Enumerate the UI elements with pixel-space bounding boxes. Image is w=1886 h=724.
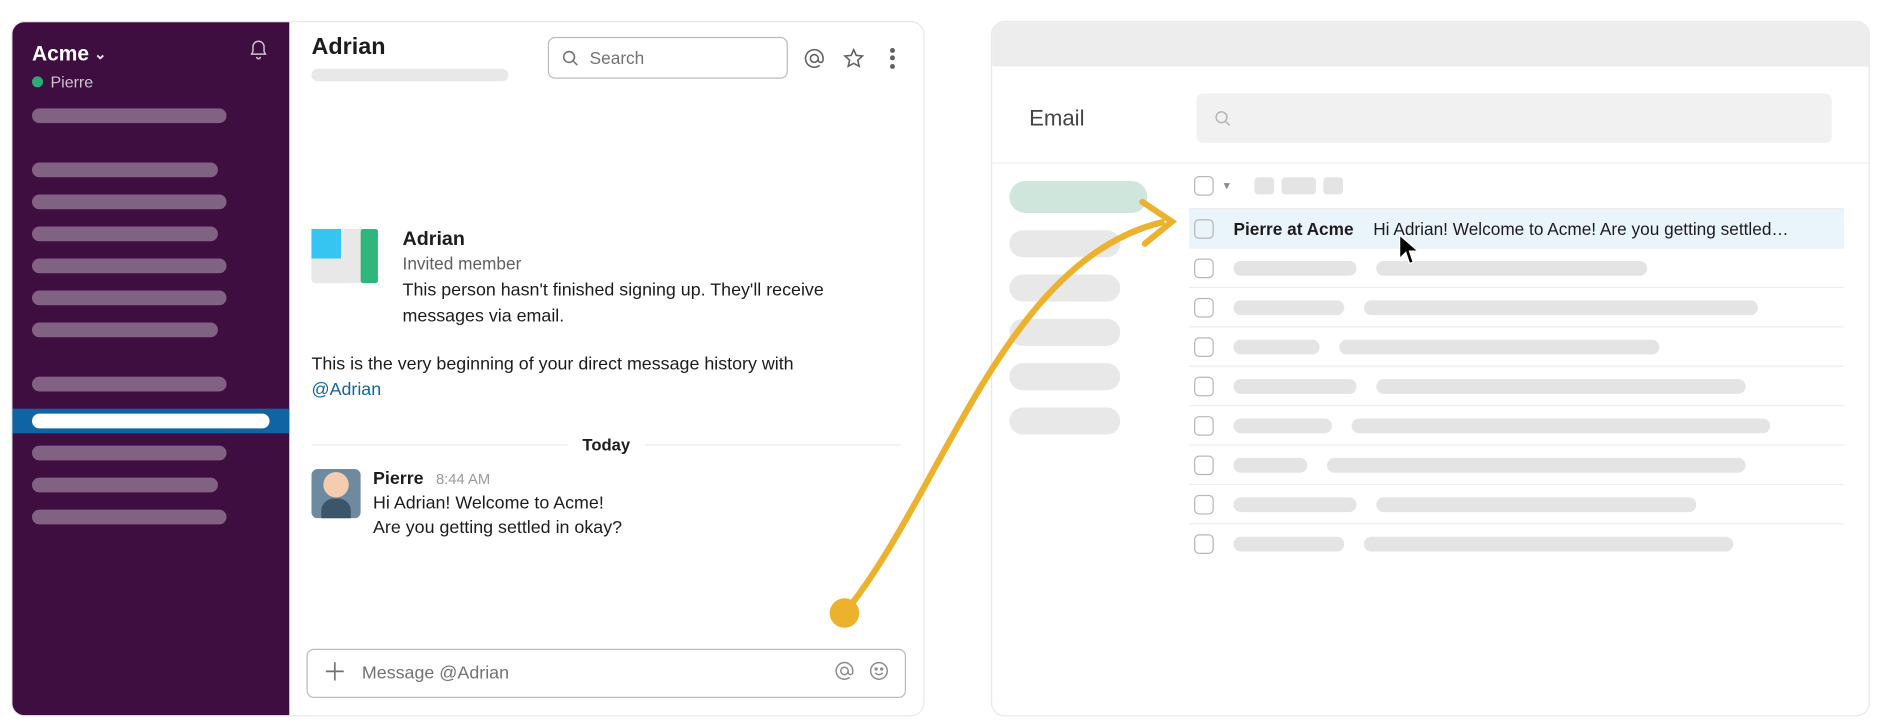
folder-item[interactable]	[1009, 319, 1120, 346]
star-icon	[841, 46, 864, 69]
search-placeholder: Search	[590, 48, 645, 68]
row-checkbox[interactable]	[1194, 415, 1214, 435]
slack-window: Acme ⌄ Pierre	[12, 22, 923, 715]
email-row[interactable]	[1189, 444, 1844, 483]
message-line: Are you getting settled in okay?	[373, 516, 622, 541]
dm-intro: Adrian Invited member This person hasn't…	[311, 229, 901, 330]
mentions-button[interactable]	[800, 44, 827, 71]
dm-beginning-text: This is the very beginning of your direc…	[311, 352, 901, 404]
sidebar-item[interactable]	[32, 478, 217, 493]
current-user-presence[interactable]: Pierre	[12, 70, 289, 108]
email-toolbar: ▾	[1189, 164, 1844, 208]
search-icon	[1214, 109, 1232, 127]
dm-intro-name: Adrian	[403, 229, 846, 251]
message[interactable]: Pierre 8:44 AM Hi Adrian! Welcome to Acm…	[311, 469, 901, 541]
email-row[interactable]	[1189, 523, 1844, 562]
row-checkbox[interactable]	[1194, 258, 1214, 278]
at-icon	[833, 659, 855, 681]
smile-icon	[868, 659, 890, 681]
date-divider-label: Today	[568, 436, 645, 454]
channel-subtitle-placeholder	[311, 69, 508, 81]
row-checkbox[interactable]	[1194, 219, 1214, 239]
email-row[interactable]	[1189, 326, 1844, 365]
slack-sidebar: Acme ⌄ Pierre	[12, 22, 289, 715]
row-checkbox[interactable]	[1194, 494, 1214, 514]
folder-item[interactable]	[1009, 407, 1120, 434]
sidebar-item[interactable]	[32, 323, 217, 338]
email-title: Email	[1029, 105, 1164, 131]
star-button[interactable]	[840, 44, 867, 71]
row-checkbox[interactable]	[1194, 297, 1214, 317]
sidebar-item[interactable]	[32, 194, 227, 209]
presence-active-icon	[32, 76, 43, 87]
current-user-name: Pierre	[50, 73, 93, 91]
row-checkbox[interactable]	[1194, 337, 1214, 357]
dm-intro-avatar	[311, 229, 385, 286]
at-icon	[802, 46, 825, 69]
date-divider: Today	[311, 436, 901, 454]
toolbar-button[interactable]	[1254, 177, 1274, 194]
email-row[interactable]	[1189, 287, 1844, 326]
email-list: ▾ Pierre at Acme Hi Adrian! Welcome to A…	[1189, 164, 1869, 563]
sidebar-item[interactable]	[32, 291, 227, 306]
workspace-name: Acme	[32, 41, 89, 66]
email-row[interactable]	[1189, 405, 1844, 444]
message-composer[interactable]: ＋ Message @Adrian	[307, 649, 906, 698]
email-sender: Pierre at Acme	[1233, 219, 1353, 239]
folder-item[interactable]	[1009, 230, 1120, 257]
search-input[interactable]: Search	[548, 37, 788, 79]
emoji-button[interactable]	[868, 659, 890, 687]
sidebar-item[interactable]	[32, 510, 227, 525]
sidebar-item[interactable]	[32, 446, 227, 461]
compose-button[interactable]	[1009, 181, 1147, 213]
email-row[interactable]	[1189, 247, 1844, 286]
row-checkbox[interactable]	[1194, 534, 1214, 554]
chevron-down-icon: ⌄	[94, 45, 106, 62]
select-all-checkbox[interactable]	[1194, 176, 1214, 196]
slack-main: Adrian Search	[289, 22, 923, 715]
dm-intro-description: This person hasn't finished signing up. …	[403, 278, 846, 330]
sidebar-item[interactable]	[32, 377, 227, 392]
sidebar-item[interactable]	[32, 162, 217, 177]
email-window: Email ▾	[992, 22, 1868, 715]
user-mention[interactable]: @Adrian	[311, 380, 381, 400]
mention-button[interactable]	[833, 659, 855, 687]
dm-intro-subtitle: Invited member	[403, 254, 846, 274]
sidebar-item[interactable]	[32, 227, 217, 242]
workspace-switcher[interactable]: Acme ⌄	[32, 41, 106, 66]
search-icon	[561, 49, 579, 67]
message-avatar[interactable]	[311, 469, 360, 518]
message-line: Hi Adrian! Welcome to Acme!	[373, 491, 622, 516]
email-sidebar	[992, 164, 1189, 563]
channel-header: Adrian Search	[289, 22, 923, 81]
row-checkbox[interactable]	[1194, 376, 1214, 396]
email-subject: Hi Adrian! Welcome to Acme! Are you gett…	[1373, 219, 1788, 239]
email-search-input[interactable]	[1197, 94, 1832, 143]
email-row-highlighted[interactable]: Pierre at Acme Hi Adrian! Welcome to Acm…	[1189, 208, 1844, 247]
email-row[interactable]	[1189, 484, 1844, 523]
email-titlebar	[992, 22, 1868, 66]
toolbar-button[interactable]	[1323, 177, 1343, 194]
email-row[interactable]	[1189, 366, 1844, 405]
message-timestamp[interactable]: 8:44 AM	[436, 470, 490, 487]
email-header: Email	[992, 66, 1868, 163]
toolbar-button[interactable]	[1282, 177, 1316, 194]
message-author[interactable]: Pierre	[373, 469, 424, 489]
folder-item[interactable]	[1009, 363, 1120, 390]
sidebar-item[interactable]	[32, 259, 227, 274]
attach-button[interactable]: ＋	[323, 661, 348, 686]
channel-title[interactable]: Adrian	[311, 34, 508, 61]
folder-item[interactable]	[1009, 275, 1120, 302]
more-actions-button[interactable]	[879, 44, 906, 71]
sidebar-item[interactable]	[32, 108, 227, 123]
composer-placeholder: Message @Adrian	[362, 664, 819, 684]
row-checkbox[interactable]	[1194, 455, 1214, 475]
notifications-bell-icon[interactable]	[247, 39, 269, 67]
sidebar-item-active-dm[interactable]	[12, 409, 289, 434]
chevron-down-icon[interactable]: ▾	[1224, 179, 1230, 193]
